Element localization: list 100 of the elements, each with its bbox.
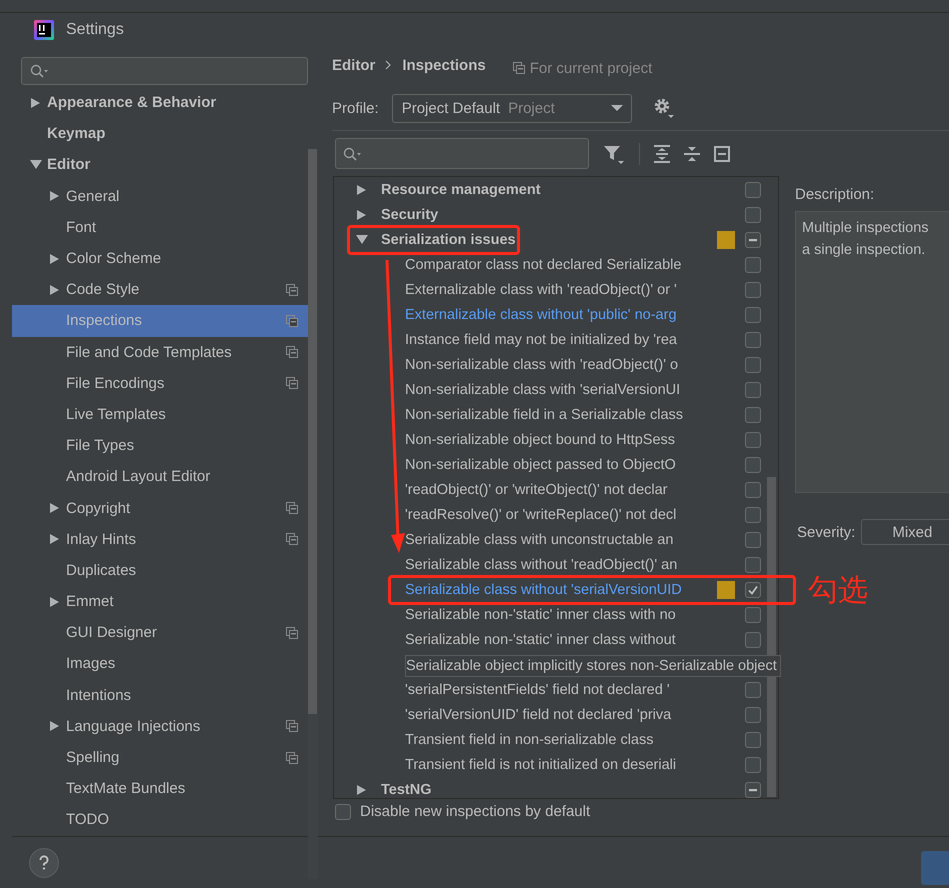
inspection-checkbox[interactable]: [745, 456, 761, 472]
inspection-checkbox[interactable]: [745, 506, 761, 522]
app-logo-icon: [34, 20, 54, 40]
collapse-all-icon[interactable]: [684, 144, 700, 162]
settings-tree-item[interactable]: Intentions: [12, 680, 308, 711]
settings-tree-item[interactable]: Language Injections: [12, 710, 308, 742]
breadcrumb-item: Inspections: [402, 56, 486, 74]
inspection-checkbox[interactable]: [745, 206, 761, 222]
project-scope-icon: [286, 346, 298, 358]
settings-tree-item[interactable]: File and Code Templates: [12, 336, 308, 368]
inspection-checkbox[interactable]: [745, 282, 761, 298]
settings-tree-item[interactable]: Font: [12, 212, 308, 243]
inspection-checkbox[interactable]: [745, 382, 761, 398]
inspection-checkbox[interactable]: [745, 406, 761, 422]
profile-dropdown[interactable]: Project Default Project: [392, 94, 632, 122]
inspection-label[interactable]: Serializable class with unconstructable an: [405, 532, 674, 548]
inspection-checkbox[interactable]: [745, 306, 761, 322]
settings-tree-item[interactable]: Live Templates: [12, 398, 308, 430]
settings-tree-item[interactable]: Inlay Hints: [12, 524, 308, 555]
project-scope-icon: [286, 720, 298, 732]
inspection-label[interactable]: 'serialVersionUID' field not declared 'priva: [405, 706, 672, 722]
breadcrumb-item: Editor: [332, 56, 376, 74]
inspection-tooltip[interactable]: Serializable object implicitly stores non-Serializable object: [405, 654, 781, 676]
chevron-right-icon: [385, 60, 392, 70]
inspection-checkbox[interactable]: [745, 182, 761, 198]
inspection-checkbox[interactable]: [745, 532, 761, 548]
settings-tree-item[interactable]: File Types: [12, 430, 308, 462]
inspection-group-label[interactable]: Resource management: [381, 182, 541, 198]
help-button[interactable]: [29, 848, 59, 878]
inspection-group-label[interactable]: TestNG: [381, 782, 432, 798]
inspection-checkbox[interactable]: [745, 632, 761, 648]
inspection-checkbox[interactable]: [745, 432, 761, 448]
inspection-label[interactable]: Instance field may not be initialized by 'rea: [405, 332, 677, 348]
inspection-label[interactable]: 'readResolve()' or 'writeReplace()' not decl: [405, 506, 676, 522]
severity-label: Severity:: [797, 524, 856, 540]
inspection-label[interactable]: Serializable class without 'readObject()' an: [405, 556, 678, 572]
scrollbar-thumb[interactable]: [308, 149, 317, 714]
settings-tree-item[interactable]: Spelling: [12, 742, 308, 774]
settings-tree-item[interactable]: Emmet: [12, 586, 308, 618]
inspection-group-label[interactable]: Serialization issues: [381, 232, 516, 248]
settings-tree-item[interactable]: Code Style: [12, 274, 308, 306]
inspection-label[interactable]: Comparator class not declared Serializable: [405, 256, 682, 272]
settings-tree-item[interactable]: TextMate Bundles: [12, 773, 308, 804]
inspection-label[interactable]: Non-serializable class with 'serialVersionUI: [405, 382, 680, 398]
inspection-checkbox[interactable]: [745, 732, 761, 748]
project-scope-icon: [286, 314, 298, 327]
inspection-label[interactable]: Non-serializable object passed to ObjectO: [405, 456, 676, 472]
settings-tree-item[interactable]: Editor: [12, 149, 308, 181]
scope-note: For current project: [530, 60, 652, 76]
settings-tree-item[interactable]: General: [12, 180, 308, 212]
inspection-checkbox[interactable]: [745, 232, 761, 248]
inspection-label[interactable]: Non-serializable class with 'readObject()' o: [405, 356, 678, 372]
settings-tree-item[interactable]: Android Layout Editor: [12, 461, 308, 492]
disable-new-label[interactable]: Disable new inspections by default: [360, 803, 590, 820]
severity-dropdown[interactable]: Mixed: [861, 519, 949, 545]
inspection-label[interactable]: Serializable non-'static' inner class with no: [405, 606, 676, 622]
settings-tree-item[interactable]: File Encodings: [12, 368, 308, 399]
settings-tree-item[interactable]: Duplicates: [12, 554, 308, 586]
inspection-checkbox[interactable]: [745, 782, 761, 798]
settings-tree-item[interactable]: GUI Designer: [12, 617, 308, 648]
annotation-label: 勾选: [808, 572, 868, 610]
reset-icon[interactable]: [714, 146, 730, 162]
inspection-label[interactable]: Serializable non-'static' inner class without: [405, 632, 676, 648]
settings-tree-item[interactable]: Appearance & Behavior: [12, 87, 308, 118]
project-scope-icon: [512, 62, 525, 74]
inspection-checkbox[interactable]: [745, 556, 761, 572]
check-mark-icon: [747, 584, 759, 596]
settings-tree-item[interactable]: Keymap: [12, 118, 308, 150]
inspection-label[interactable]: Externalizable class with 'readObject()' or ': [405, 282, 677, 298]
expand-all-icon[interactable]: [654, 144, 670, 162]
search-icon: [343, 146, 362, 160]
inspection-label[interactable]: Non-serializable object bound to HttpSess: [405, 432, 676, 448]
inspection-checkbox[interactable]: [745, 332, 761, 348]
settings-tree-item[interactable]: Images: [12, 648, 308, 680]
inspection-label[interactable]: Transient field in non-serializable class: [405, 732, 654, 748]
inspection-checkbox[interactable]: [745, 706, 761, 722]
project-scope-icon: [286, 377, 298, 390]
inspection-label[interactable]: 'serialPersistentFields' field not declared ': [405, 682, 670, 698]
project-scope-icon: [286, 533, 298, 546]
settings-tree-item[interactable]: TODO: [12, 804, 308, 836]
inspection-checkbox[interactable]: [745, 756, 761, 772]
inspection-group-label[interactable]: Security: [381, 206, 438, 222]
inspection-label[interactable]: Serializable class without 'serialVersionUID: [405, 582, 682, 598]
settings-tree-item[interactable]: Color Scheme: [12, 242, 308, 274]
inspection-checkbox[interactable]: [745, 256, 761, 272]
inspection-checkbox[interactable]: [745, 482, 761, 498]
disable-new-checkbox[interactable]: [335, 804, 351, 820]
settings-tree-item[interactable]: Copyright: [12, 492, 308, 524]
settings-icon[interactable]: [652, 97, 675, 119]
inspection-label[interactable]: Externalizable class without 'public' no-arg: [405, 306, 677, 322]
inspection-label[interactable]: Transient field is not initialized on deseriali: [405, 756, 676, 772]
inspection-checkbox[interactable]: [745, 682, 761, 698]
inspection-label[interactable]: Non-serializable field in a Serializable class: [405, 406, 684, 422]
inspection-checkbox[interactable]: [745, 356, 761, 372]
inspection-checkbox[interactable]: [745, 606, 761, 622]
search-field[interactable]: [21, 57, 308, 85]
inspection-label[interactable]: 'readObject()' or 'writeObject()' not declar: [405, 482, 668, 498]
inspection-checkbox[interactable]: [745, 582, 761, 598]
profile-label: Profile:: [332, 100, 379, 116]
inspection-search-field[interactable]: [335, 138, 589, 169]
